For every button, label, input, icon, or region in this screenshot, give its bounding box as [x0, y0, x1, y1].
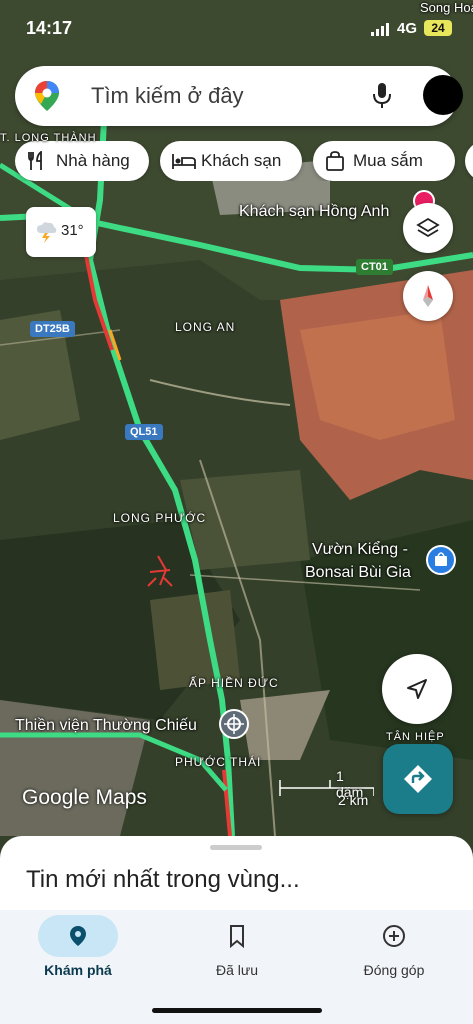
navigation-arrow-icon: [407, 679, 427, 699]
network-type: 4G: [397, 20, 418, 37]
place-label-long-an: LONG AN: [175, 320, 236, 334]
nav-label: Khám phá: [44, 962, 112, 978]
avatar[interactable]: [423, 75, 463, 115]
sheet-title: Tin mới nhất trong vùng...: [26, 866, 300, 893]
nav-explore[interactable]: Khám phá: [18, 910, 138, 1000]
directions-icon: [404, 765, 432, 793]
poi-label-hotel[interactable]: Khách sạn Hồng Anh: [239, 203, 389, 221]
chip-more[interactable]: [465, 141, 473, 181]
place-label-ap-hien-duc: ẤP HIỀN ĐỨC: [189, 676, 279, 690]
home-indicator: [152, 1008, 322, 1013]
restaurant-icon: [28, 151, 42, 170]
weather-temp: 31°: [61, 222, 84, 239]
signal-bars-icon: [371, 23, 389, 36]
scale-km: 2 km: [338, 792, 369, 808]
battery-indicator: 24: [424, 20, 452, 36]
add-circle-icon: [383, 925, 405, 947]
place-label-song-hoa: Song Hoa: [420, 0, 473, 15]
search-bar[interactable]: Tìm kiếm ở đây: [15, 66, 463, 126]
weather-badge[interactable]: 31°: [26, 207, 96, 257]
place-label-phuoc-thai: PHƯỚC THÁI: [175, 755, 262, 769]
hotel-icon: [172, 154, 196, 169]
compass-button[interactable]: [403, 271, 453, 321]
maps-pin-icon: [35, 81, 59, 111]
chip-shopping[interactable]: Mua sắm: [313, 141, 455, 181]
category-chips: Nhà hàng Khách sạn Mua sắm: [15, 141, 473, 181]
directions-button[interactable]: [383, 744, 453, 814]
road-shield-ql51: QL51: [125, 424, 163, 440]
search-placeholder[interactable]: Tìm kiếm ở đây: [91, 83, 244, 109]
sheet-drag-handle[interactable]: [210, 845, 262, 850]
garden-shopping-marker-icon[interactable]: [426, 545, 456, 575]
my-location-button[interactable]: [382, 654, 452, 724]
poi-label-garden-line2[interactable]: Bonsai Bùi Gia: [305, 564, 411, 582]
scale-bar: 1 dặm 2 km: [278, 766, 374, 812]
nav-contribute[interactable]: Đóng góp: [334, 910, 454, 1000]
road-shield-ct01: CT01: [356, 259, 393, 275]
place-label-tan-hiep: TÂN HIỆP: [386, 731, 445, 743]
chip-label: Nhà hàng: [56, 151, 130, 170]
bookmark-icon: [230, 925, 244, 948]
place-label-long-thanh: T. LONG THÀNH: [0, 132, 97, 144]
mic-icon[interactable]: [371, 82, 393, 110]
thunderstorm-icon: [37, 222, 57, 243]
bottom-sheet[interactable]: Tin mới nhất trong vùng...: [0, 836, 473, 916]
poi-label-monastery[interactable]: Thiền viện Thường Chiếu: [15, 717, 197, 735]
status-time: 14:17: [26, 18, 73, 38]
nav-label: Đóng góp: [363, 962, 425, 978]
explore-pin-icon: [70, 926, 86, 946]
chip-restaurants[interactable]: Nhà hàng: [15, 141, 149, 181]
compass-icon: [423, 285, 433, 307]
road-shield-dt25b: DT25B: [30, 321, 75, 337]
nav-saved[interactable]: Đã lưu: [177, 910, 297, 1000]
chip-hotels[interactable]: Khách sạn: [160, 141, 302, 181]
chip-label: Khách sạn: [201, 151, 282, 170]
poi-label-garden-line1[interactable]: Vườn Kiểng -: [312, 541, 408, 559]
place-label-long-phuoc: LONG PHƯỚC: [113, 511, 207, 525]
layers-button[interactable]: [403, 203, 453, 253]
nav-label: Đã lưu: [215, 962, 259, 978]
bottom-nav: Khám phá Đã lưu Đóng góp: [0, 910, 473, 1024]
google-maps-attribution: Google Maps: [22, 786, 147, 809]
shopping-icon: [326, 151, 344, 171]
chip-label: Mua sắm: [353, 151, 423, 170]
layers-icon: [416, 217, 440, 238]
monastery-marker-icon[interactable]: [219, 709, 249, 739]
status-bar: 14:17 4G 24: [0, 0, 473, 56]
